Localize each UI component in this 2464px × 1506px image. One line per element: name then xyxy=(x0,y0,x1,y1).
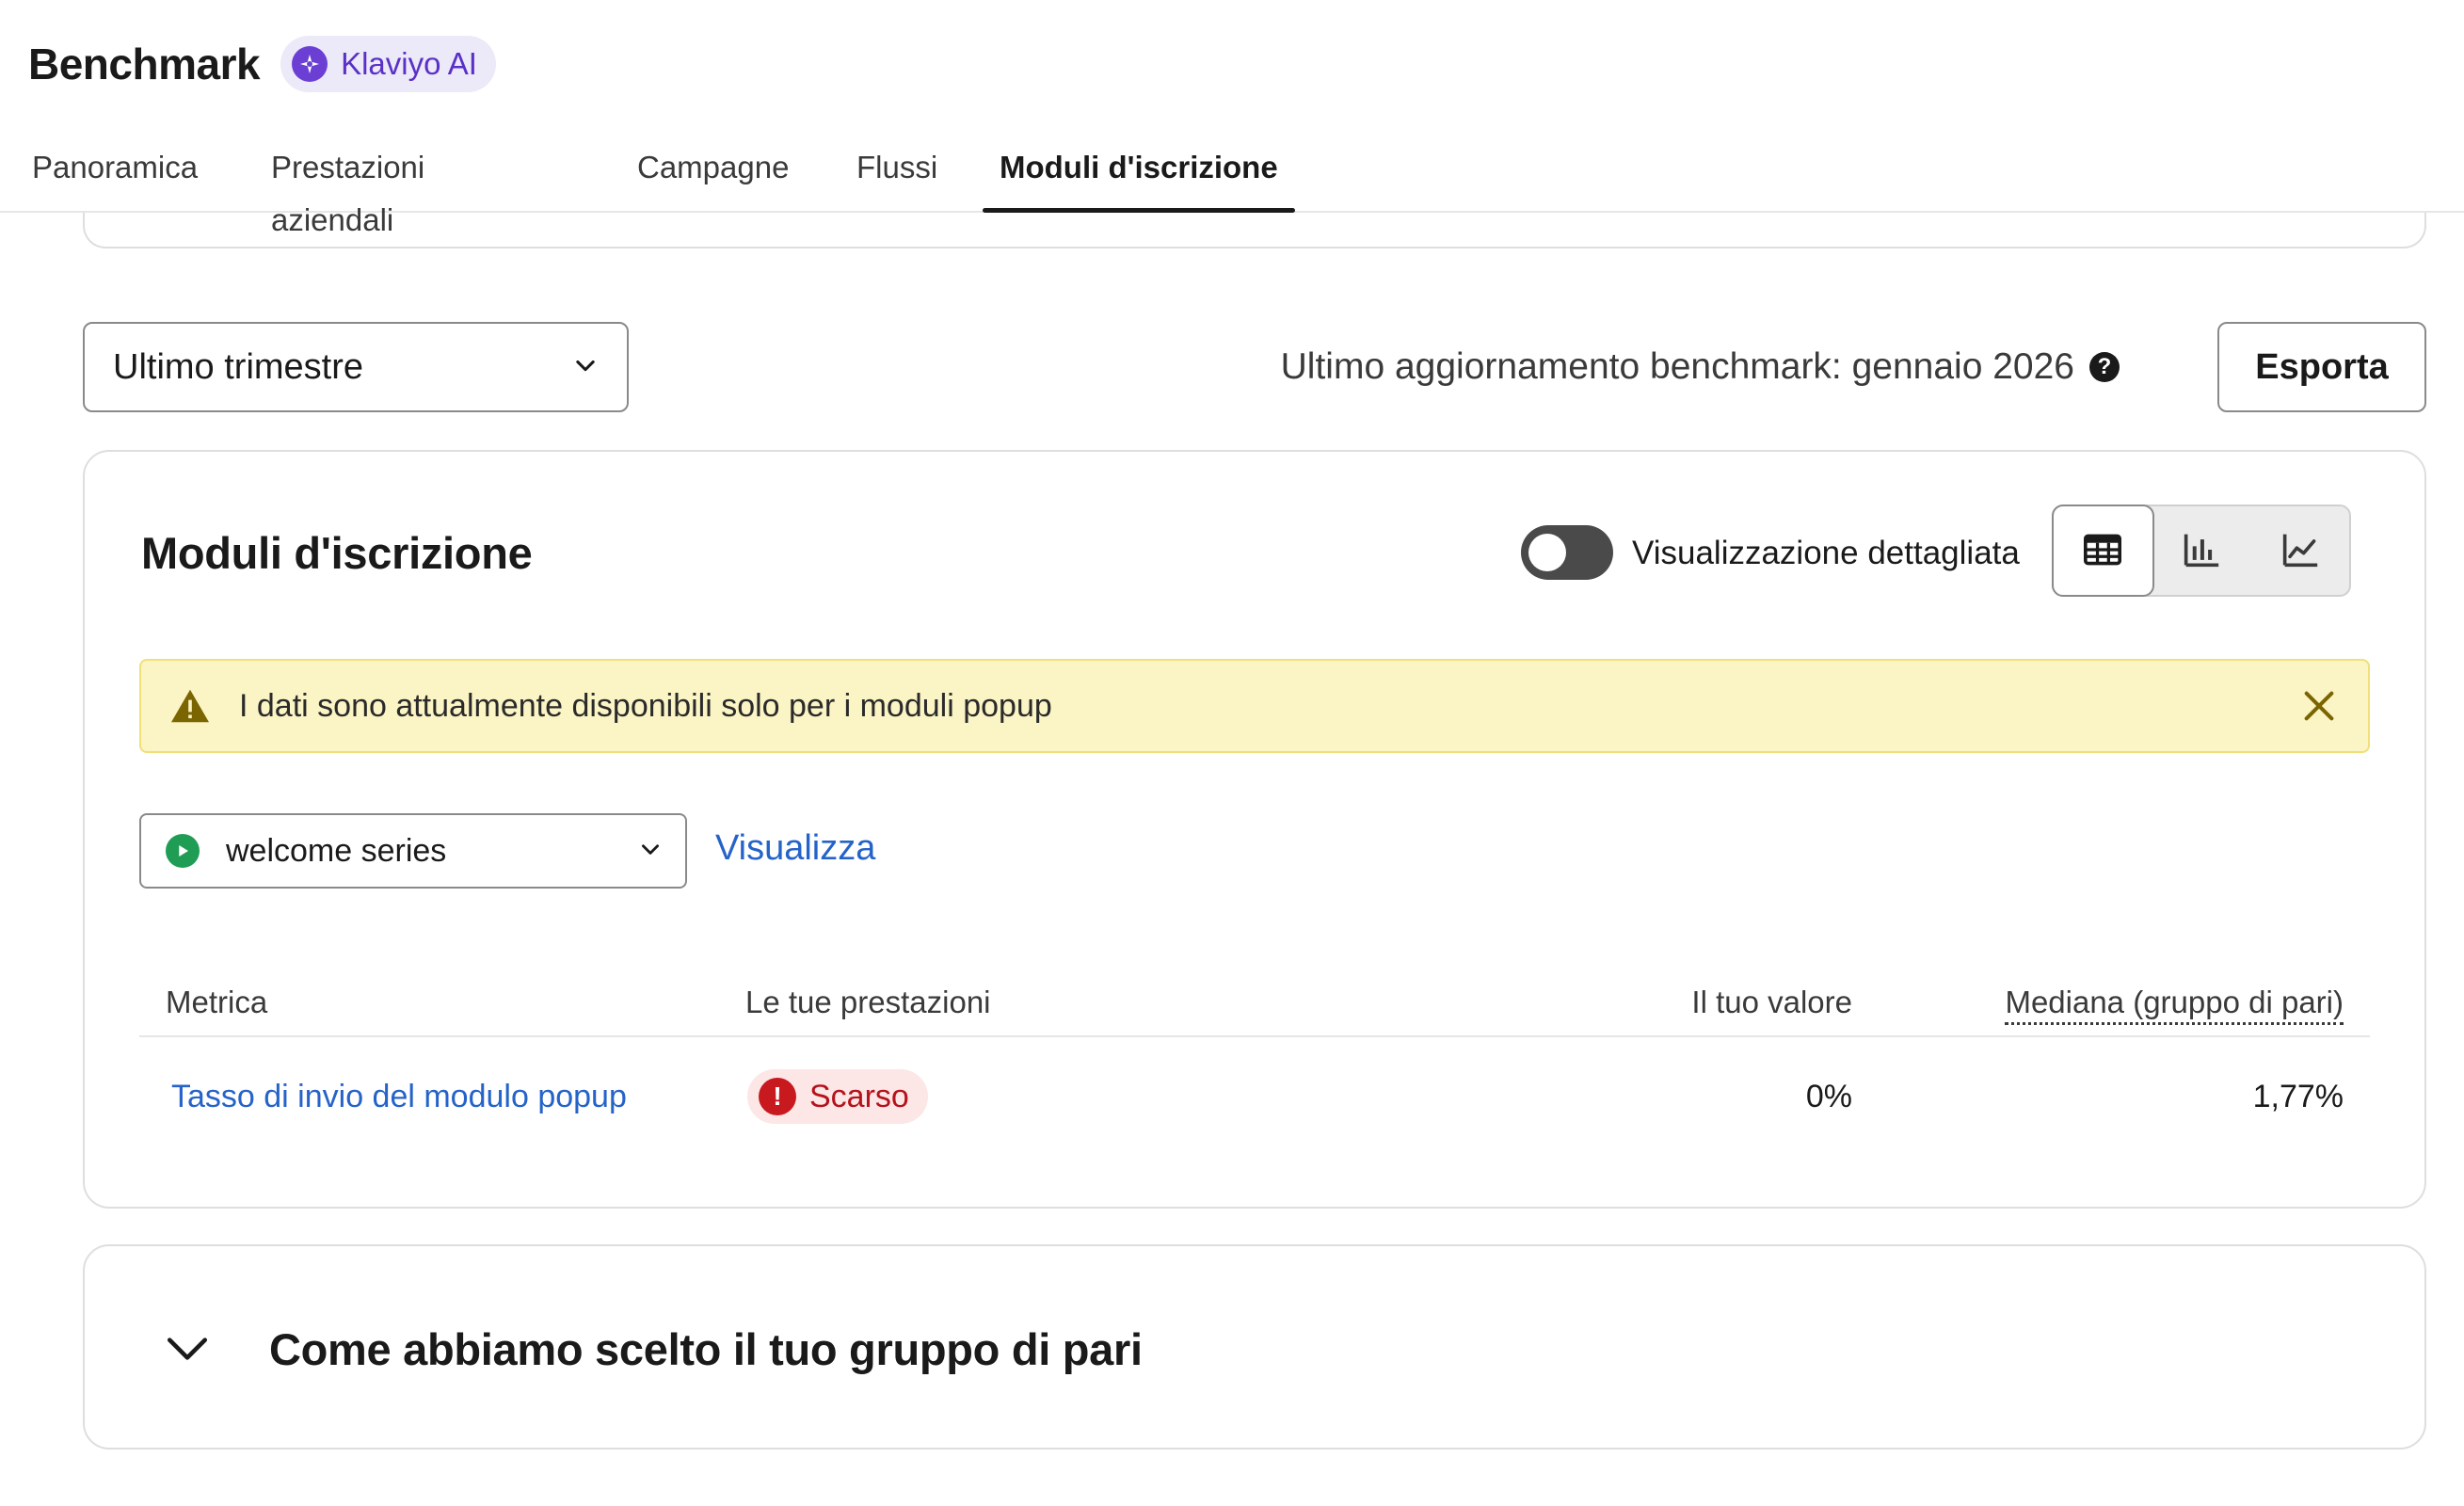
view-mode-group xyxy=(2052,505,2351,597)
chevron-down-icon xyxy=(638,837,663,866)
page-header: Benchmark Klaviyo AI Panoramica Prestazi… xyxy=(0,0,2464,237)
table-row: Tasso di invio del modulo popup ! Scarso… xyxy=(139,1037,2370,1160)
header-performance: Le tue prestazioni xyxy=(745,985,991,1019)
update-text: Ultimo aggiornamento benchmark: gennaio … xyxy=(1280,346,2074,387)
header-your-value: Il tuo valore xyxy=(1691,985,1852,1019)
play-icon xyxy=(166,834,200,868)
accordion-title: Come abbiamo scelto il tuo gruppo di par… xyxy=(269,1324,1143,1374)
form-select-value: welcome series xyxy=(226,832,447,869)
page: Benchmark Klaviyo AI Panoramica Prestazi… xyxy=(0,0,2464,1506)
alert-message: I dati sono attualmente disponibili solo… xyxy=(239,687,1052,724)
line-chart-icon xyxy=(2280,531,2321,571)
status-badge: ! Scarso xyxy=(747,1069,928,1124)
ai-badge-label: Klaviyo AI xyxy=(341,46,477,81)
sparkle-icon xyxy=(292,46,328,82)
warning-icon xyxy=(169,687,211,725)
klaviyo-ai-badge[interactable]: Klaviyo AI xyxy=(280,36,496,92)
card-title: Moduli d'iscrizione xyxy=(141,528,533,578)
header-metric: Metrica xyxy=(166,985,268,1019)
table-view-button[interactable] xyxy=(2052,505,2154,597)
export-button[interactable]: Esporta xyxy=(2217,322,2426,412)
tab-campagne[interactable]: Campagne xyxy=(637,141,789,213)
peer-group-accordion[interactable]: Come abbiamo scelto il tuo gruppo di par… xyxy=(83,1244,2426,1450)
chevron-down-icon xyxy=(572,352,599,383)
status-badge-label: Scarso xyxy=(809,1078,909,1114)
chevron-down-icon[interactable] xyxy=(164,1327,211,1369)
period-select-value: Ultimo trimestre xyxy=(113,346,364,387)
toggle-label: Visualizzazione dettagliata xyxy=(1632,535,2020,571)
header-median[interactable]: Mediana (gruppo di pari) xyxy=(2005,985,2344,1025)
table-icon xyxy=(2082,531,2123,571)
close-icon[interactable] xyxy=(2298,685,2340,727)
table-header: Metrica Le tue prestazioni Il tuo valore… xyxy=(139,960,2370,1037)
tab-flussi[interactable]: Flussi xyxy=(856,141,937,213)
toggle-knob xyxy=(1528,534,1566,571)
help-icon[interactable]: ? xyxy=(2089,352,2120,382)
tab-prestazioni-aziendali[interactable]: Prestazioni aziendali xyxy=(271,141,424,237)
benchmark-update-info: Ultimo aggiornamento benchmark: gennaio … xyxy=(1281,322,2120,412)
period-select[interactable]: Ultimo trimestre xyxy=(83,322,629,412)
line-chart-view-button[interactable] xyxy=(2250,506,2349,595)
benchmark-table: Metrica Le tue prestazioni Il tuo valore… xyxy=(139,960,2370,1160)
page-title: Benchmark xyxy=(28,40,261,88)
view-form-link[interactable]: Visualizza xyxy=(715,828,875,869)
tab-panoramica[interactable]: Panoramica xyxy=(32,141,198,213)
detailed-view-toggle[interactable] xyxy=(1521,525,1613,580)
median-cell: 1,77% xyxy=(2252,1079,2344,1114)
signup-forms-card: Moduli d'iscrizione Visualizzazione dett… xyxy=(83,450,2426,1209)
info-alert: I dati sono attualmente disponibili solo… xyxy=(139,659,2370,753)
your-value-cell: 0% xyxy=(1805,1079,1852,1114)
bar-chart-view-button[interactable] xyxy=(2152,506,2251,595)
metric-link[interactable]: Tasso di invio del modulo popup xyxy=(171,1079,627,1115)
tab-moduli-iscrizione[interactable]: Moduli d'iscrizione xyxy=(983,141,1295,213)
alert-circle-icon: ! xyxy=(759,1078,796,1115)
title-row: Benchmark Klaviyo AI xyxy=(28,36,496,92)
bar-chart-icon xyxy=(2181,531,2222,571)
form-select[interactable]: welcome series xyxy=(139,813,687,889)
